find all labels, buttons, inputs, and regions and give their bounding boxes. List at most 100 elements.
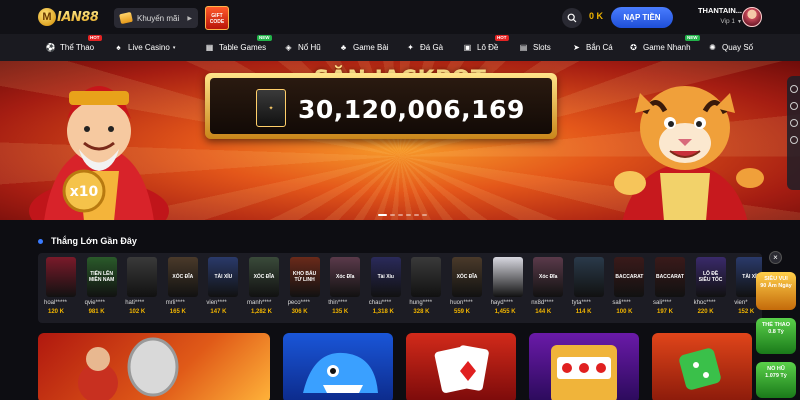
bullet-icon <box>38 238 43 244</box>
recent-win-item[interactable]: XÓC ĐĨA mrli**** 165 K <box>164 257 202 315</box>
hot-badge: HOT <box>88 35 102 41</box>
game-card-fishing[interactable] <box>283 333 393 400</box>
nav-item-lottery[interactable]: ▣ Lô Đề HOT <box>463 34 509 61</box>
recent-win-item[interactable]: Tài Xỉu chau**** 1,318 K <box>367 257 405 315</box>
floating-promos: SIÊU VUI 90 Âm Ngày THỂ THAO 0.8 Tỷ NỔ H… <box>752 270 800 400</box>
recent-win-item[interactable]: hoal***** 120 K <box>42 257 80 315</box>
chevron-down-icon: ▼ <box>737 19 742 25</box>
main-nav: ⚽ Thể Thao HOT ♠ Live Casino ▾ ▦ Table G… <box>0 34 800 61</box>
new-badge: NEW <box>685 35 700 41</box>
game-thumbnail: Xóc Đĩa <box>330 257 361 297</box>
carousel-dot[interactable] <box>406 214 411 216</box>
nav-label: Đá Gà <box>420 43 444 52</box>
game-thumbnail: XÓC ĐĨA <box>249 257 279 297</box>
recent-wins-list: hoal***** 120 K TIẾN LÊN MIỀN NAM qvie**** 9… <box>38 253 762 323</box>
search-button[interactable] <box>562 8 582 28</box>
game-thumbnail: BACCARAT <box>655 257 685 297</box>
game-thumbnail <box>492 257 523 297</box>
recent-win-item[interactable]: hayd**** 1,455 K <box>489 257 527 315</box>
cards-icon: ♣ <box>340 43 347 52</box>
win-amount: 147 K <box>210 309 227 315</box>
nav-item-sports[interactable]: ⚽ Thể Thao HOT <box>46 34 102 61</box>
nav-item-card-games[interactable]: ♣ Game Bài <box>339 34 389 61</box>
recent-win-item[interactable]: LÔ ĐỀ SIÊU TỐC khoc**** 220 K <box>692 257 730 315</box>
winner-username: huon**** <box>450 300 473 306</box>
nav-item-jackpot[interactable]: ◈ Nổ Hũ <box>284 34 320 61</box>
table-games-icon: ▦ <box>205 43 214 52</box>
site-logo[interactable]: M IAN88 <box>38 7 104 27</box>
recent-win-item[interactable]: Xóc Đĩa thin**** 135 K <box>326 257 364 315</box>
win-amount: 981 K <box>88 309 105 315</box>
floating-promo-3[interactable]: NỔ HŨ 1.079 Tỷ <box>756 362 796 398</box>
slot-machine-illustration <box>551 345 617 400</box>
winner-username: nx8d**** <box>531 300 554 306</box>
logo-mark: M <box>38 8 56 26</box>
game-card-cards[interactable] <box>406 333 516 400</box>
recent-win-item[interactable]: TIẾN LÊN MIỀN NAM qvie**** 981 K <box>83 257 121 315</box>
deposit-button[interactable]: NẠP TIỀN <box>611 7 673 28</box>
win-amount: 220 K <box>697 309 714 315</box>
nav-label: Lô Đề <box>477 43 499 52</box>
win-amount: 100 K <box>616 309 633 315</box>
multiplier-label: x10 <box>70 184 99 200</box>
gift-label-bottom: CODE <box>209 19 225 25</box>
recent-win-item[interactable]: hung**** 328 K <box>407 257 445 315</box>
floating-promo-1[interactable]: SIÊU VUI 90 Âm Ngày <box>756 272 796 310</box>
telegram-icon[interactable] <box>789 102 798 110</box>
nav-label: Bắn Cá <box>586 43 613 52</box>
recent-win-item[interactable]: Xóc Đĩa nx8d**** 144 K <box>529 257 567 315</box>
messenger-icon[interactable] <box>789 119 798 127</box>
win-amount: 328 K <box>413 309 430 315</box>
wheel-icon: ✺ <box>709 43 716 52</box>
game-card-sports[interactable] <box>38 333 270 400</box>
carousel-dot[interactable] <box>422 214 427 216</box>
close-icon[interactable]: × <box>769 251 782 264</box>
game-thumbnail: LÔ ĐỀ SIÊU TỐC <box>695 257 726 297</box>
winner-username: tyta**** <box>571 300 591 306</box>
casino-icon: ♠ <box>116 43 121 52</box>
win-amount: 120 K <box>48 309 65 315</box>
promo-title: NỔ HŨ <box>767 366 785 372</box>
recent-win-item[interactable]: hati**** 102 K <box>123 257 161 315</box>
win-amount: 1,455 K <box>494 309 516 315</box>
carousel-dot[interactable] <box>378 214 387 216</box>
gift-code-button[interactable]: GIFT CODE <box>205 6 229 30</box>
recent-win-item[interactable]: XÓC ĐĨA huon**** 559 K <box>448 257 486 315</box>
nav-item-fishing[interactable]: ➤ Bắn Cá <box>572 34 613 61</box>
avatar[interactable] <box>742 7 762 27</box>
top-header: M IAN88 Khuyến mãi ▶ GIFT CODE 0 K NẠP T… <box>0 0 800 34</box>
nav-item-fast-games[interactable]: ✪ Game Nhanh NEW <box>629 34 700 61</box>
nav-label: Table Games <box>219 43 267 52</box>
game-card-slots[interactable] <box>529 333 639 400</box>
page: M IAN88 Khuyến mãi ▶ GIFT CODE 0 K NẠP T… <box>0 0 800 400</box>
recent-win-item[interactable]: KHO BÁU TỨ LINH peco**** 306 K <box>286 257 324 315</box>
recent-win-item[interactable]: BACCARAT sali**** 197 K <box>651 257 689 315</box>
carousel-dot[interactable] <box>398 214 403 216</box>
shark-illustration <box>303 352 378 393</box>
recent-win-item[interactable]: TÀI XỈU vien**** 147 K <box>204 257 242 315</box>
carousel-dot[interactable] <box>414 214 419 216</box>
jackpot-amount: 30,120,006,169 <box>298 95 525 124</box>
recent-win-item[interactable]: BACCARAT sali**** 100 K <box>610 257 648 315</box>
game-card-dice[interactable] <box>652 333 752 400</box>
promotions-button[interactable]: Khuyến mãi ▶ <box>114 8 198 28</box>
nav-item-cockfight[interactable]: ✦ Đá Gà <box>406 34 443 61</box>
caret-right-icon: ▶ <box>187 15 192 22</box>
nav-label: Live Casino <box>128 43 170 52</box>
recent-win-item[interactable]: XÓC ĐĨA manh**** 1,282 K <box>245 257 283 315</box>
win-amount: 165 K <box>169 309 186 315</box>
floating-promo-2[interactable]: THỂ THAO 0.8 Tỷ <box>756 318 796 354</box>
user-menu[interactable]: THANTAIN... Vip 1 ▼ <box>680 6 742 25</box>
win-amount: 135 K <box>332 309 349 315</box>
recent-win-item[interactable]: tyta**** 114 K <box>570 257 608 315</box>
nav-item-slots[interactable]: ▤ Slots <box>519 34 551 61</box>
game-thumbnail: TÀI XỈU <box>208 257 239 297</box>
zalo-icon[interactable] <box>789 136 798 144</box>
nav-item-table-games[interactable]: ▦ Table Games NEW <box>205 34 272 61</box>
carousel-dots[interactable] <box>378 214 427 216</box>
nav-item-lucky-wheel[interactable]: ✺ Quay Số <box>708 34 753 61</box>
recent-wins-header: Thắng Lớn Gần Đây <box>38 236 137 246</box>
facebook-icon[interactable] <box>789 85 798 93</box>
carousel-dot[interactable] <box>390 214 395 216</box>
nav-item-live-casino[interactable]: ♠ Live Casino ▾ <box>114 34 175 61</box>
